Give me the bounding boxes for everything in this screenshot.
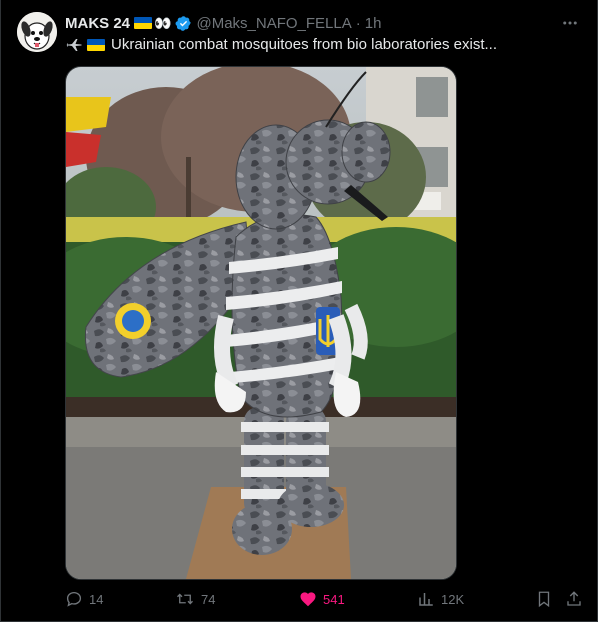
- retweet-button[interactable]: 74: [175, 590, 215, 608]
- retweet-icon: [177, 593, 193, 605]
- like-button[interactable]: 541: [299, 590, 345, 608]
- tweet-header: MAKS 24 👀 @Maks_NAFO_FELLA · 1h: [65, 13, 547, 33]
- eyes-emoji: 👀: [154, 14, 172, 31]
- tweet[interactable]: MAKS 24 👀 @Maks_NAFO_FELLA · 1h Ukrainia…: [0, 0, 598, 622]
- fighter-jet-icon: [65, 38, 83, 52]
- tweet-body: Ukrainian combat mosquitoes from bio lab…: [111, 36, 498, 53]
- bookmark-button[interactable]: [535, 590, 559, 608]
- author-name[interactable]: MAKS 24: [65, 15, 130, 32]
- timestamp[interactable]: 1h: [365, 15, 382, 32]
- views-button[interactable]: 12K: [417, 590, 464, 608]
- bookmark-icon: [538, 591, 550, 608]
- ukraine-flag-icon: [87, 39, 105, 51]
- action-bar: 14 74 541 12K: [65, 588, 581, 612]
- reply-count: 14: [89, 591, 104, 607]
- separator-dot: ·: [355, 14, 361, 32]
- ukraine-flag-icon: [134, 17, 153, 29]
- tweet-photo[interactable]: [65, 66, 457, 580]
- tweet-text: Ukrainian combat mosquitoes from bio lab…: [65, 35, 581, 55]
- reply-button[interactable]: 14: [65, 590, 103, 608]
- view-count: 12K: [441, 591, 465, 607]
- more-icon[interactable]: [559, 14, 581, 32]
- dog-avatar-icon: [17, 12, 57, 52]
- mosquito-costume-photo: [66, 67, 456, 579]
- reply-icon: [66, 591, 82, 607]
- avatar[interactable]: [17, 12, 57, 52]
- share-button[interactable]: [565, 590, 589, 608]
- retweet-count: 74: [201, 591, 216, 607]
- share-icon: [567, 591, 581, 606]
- heart-icon: [300, 592, 316, 607]
- verified-badge-icon[interactable]: [175, 15, 192, 32]
- like-count: 541: [323, 591, 345, 607]
- author-handle[interactable]: @Maks_NAFO_FELLA: [196, 15, 351, 32]
- views-icon: [419, 593, 433, 606]
